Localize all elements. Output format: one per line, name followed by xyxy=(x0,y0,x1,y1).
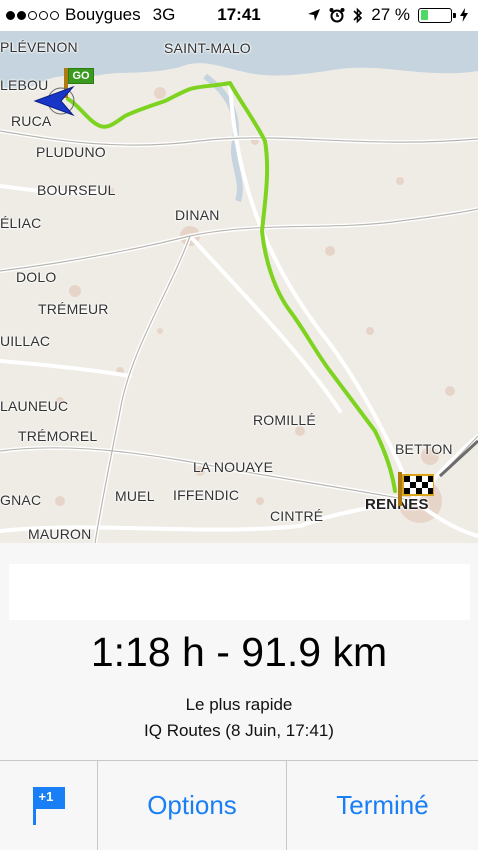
place-label: UILLAC xyxy=(0,333,51,349)
place-label: MAURON xyxy=(28,526,92,542)
place-label: LA NOUAYE xyxy=(193,459,274,475)
status-bar: Bouygues 3G 17:41 27 % xyxy=(0,0,478,31)
destination-field[interactable] xyxy=(9,564,470,620)
flag-badge: +1 xyxy=(38,788,54,804)
place-label: MUEL xyxy=(115,488,155,504)
flag-plus-icon: +1 xyxy=(31,785,67,827)
status-right: 27 % xyxy=(307,5,468,25)
route-map[interactable]: PLÉVENON SAINT-MALO LEBOU RUCA PLUDUNO B… xyxy=(0,31,478,543)
place-label: TRÉMEUR xyxy=(38,301,109,317)
location-arrow-icon xyxy=(308,9,321,21)
done-button[interactable]: Terminé xyxy=(287,761,478,850)
alarm-icon xyxy=(329,8,345,23)
place-label: BOURSEUL xyxy=(37,182,116,198)
place-label: DINAN xyxy=(175,207,220,223)
place-label: PLUDUNO xyxy=(36,144,106,160)
charging-icon xyxy=(460,8,468,22)
place-label: DOLO xyxy=(16,269,57,285)
place-label: ÉLIAC xyxy=(0,215,42,231)
place-label: GNAC xyxy=(0,492,42,508)
bluetooth-icon xyxy=(353,7,363,23)
place-label: CINTRÉ xyxy=(270,508,324,524)
route-summary-panel: 1:18 h - 91.9 km Le plus rapide IQ Route… xyxy=(0,543,478,760)
place-label: ROMILLÉ xyxy=(253,412,316,428)
navigation-arrow-icon xyxy=(33,85,75,117)
place-label: SAINT-MALO xyxy=(164,40,251,56)
battery-icon xyxy=(418,7,456,23)
place-label: TRÉMOREL xyxy=(18,428,98,444)
options-button[interactable]: Options xyxy=(98,761,287,850)
route-source: IQ Routes (8 Juin, 17:41) xyxy=(144,721,334,740)
battery-level xyxy=(420,10,429,20)
place-label: BETTON xyxy=(395,441,453,457)
place-label: IFFENDIC xyxy=(173,487,240,503)
bottom-toolbar: +1 Options Terminé xyxy=(0,760,478,850)
place-label: LAUNEUC xyxy=(0,398,69,414)
checkered-flag-icon[interactable] xyxy=(398,472,438,506)
battery-percent: 27 % xyxy=(371,5,410,24)
add-waypoint-button[interactable]: +1 xyxy=(0,761,98,850)
route-summary: 1:18 h - 91.9 km xyxy=(90,629,388,675)
place-label: PLÉVENON xyxy=(0,39,78,55)
route-type: Le plus rapide xyxy=(185,695,293,714)
